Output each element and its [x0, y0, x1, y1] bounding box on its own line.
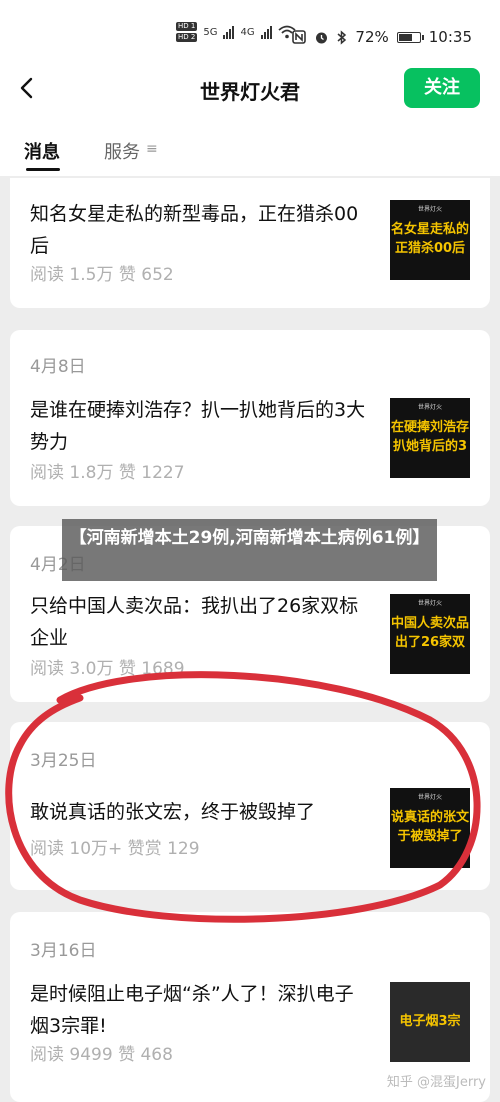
- thumb-brand: 世界灯火: [417, 794, 442, 801]
- net1-label: 5G: [203, 26, 218, 38]
- thumb-brand: 世界灯火: [417, 404, 442, 411]
- article-card[interactable]: 4月8日 是谁在硬捧刘浩存？扒一扒她背后的3大势力 阅读 1.8万 赞 1227…: [10, 330, 490, 506]
- hd2-badge: HD 2: [176, 33, 198, 42]
- article-title[interactable]: 是时候阻止电子烟“杀”人了！深扒电子烟3宗罪!: [30, 978, 368, 1042]
- article-thumbnail[interactable]: 世界灯火 说真话的张文 于被毁掉了: [390, 788, 470, 868]
- article-stats: 阅读 3.0万 赞 1689: [30, 659, 185, 679]
- thumb-caption: 名女星走私的 正猎杀00后: [390, 222, 469, 256]
- nav-bar: 世界灯火君 关注: [0, 62, 500, 118]
- thumb-caption: 中国人卖次品 出了26家双: [390, 616, 469, 650]
- article-thumbnail[interactable]: 世界灯火 名女星走私的 正猎杀00后: [390, 200, 470, 280]
- article-thumbnail[interactable]: 世界灯火 中国人卖次品 出了26家双: [390, 594, 470, 674]
- article-stats: 阅读 1.8万 赞 1227: [30, 463, 185, 483]
- bluetooth-icon: [337, 29, 347, 45]
- article-card[interactable]: 3月25日 敢说真话的张文宏，终于被毁掉了 阅读 10万+ 赞赏 129 世界灯…: [10, 722, 490, 890]
- status-right: 72% 10:35: [292, 28, 472, 46]
- battery-percent: 72%: [355, 28, 389, 46]
- follow-button[interactable]: 关注: [404, 68, 480, 108]
- thumb-brand: 世界灯火: [417, 206, 442, 213]
- alarm-icon: [316, 32, 328, 43]
- article-stats: 阅读 9499 赞 468: [30, 1045, 173, 1065]
- hd-badges: HD 1 HD 2: [176, 22, 198, 42]
- tab-messages[interactable]: 消息: [24, 138, 60, 164]
- signal-icon: [223, 25, 235, 39]
- article-thumbnail[interactable]: 世界灯火 在硬捧刘浩存 扒她背后的3: [390, 398, 470, 478]
- article-title[interactable]: 是谁在硬捧刘浩存？扒一扒她背后的3大势力: [30, 394, 368, 458]
- tab-bar: 消息 服务 ≡: [0, 118, 500, 176]
- article-stats: 阅读 10万+ 赞赏 129: [30, 839, 200, 859]
- thumb-caption: 在硬捧刘浩存 扒她背后的3: [390, 420, 469, 454]
- tab-services[interactable]: 服务: [104, 138, 140, 164]
- tab-active-indicator: [26, 168, 60, 171]
- net2-label: 4G: [240, 26, 255, 38]
- news-banner-overlay: 【河南新增本土29例,河南新增本土病例61例】: [62, 519, 437, 581]
- menu-icon[interactable]: ≡: [146, 141, 158, 157]
- thumb-brand: 世界灯火: [417, 600, 442, 607]
- signal-icon-2: [260, 25, 272, 39]
- article-title[interactable]: 敢说真话的张文宏，终于被毁掉了: [30, 796, 368, 828]
- article-thumbnail[interactable]: 电子烟3宗: [390, 982, 470, 1062]
- article-stats: 阅读 1.5万 赞 652: [30, 265, 174, 285]
- nfc-icon: [292, 30, 307, 44]
- battery-icon: [396, 31, 424, 43]
- article-date: 3月25日: [30, 751, 97, 771]
- article-title[interactable]: 只给中国人卖次品：我扒出了26家双标企业: [30, 590, 368, 654]
- clock: 10:35: [428, 28, 472, 46]
- watermark: 知乎 @混蛋Jerry: [386, 1075, 486, 1090]
- article-date: 3月16日: [30, 941, 97, 961]
- hd1-badge: HD 1: [176, 22, 198, 31]
- network-indicators: HD 1 HD 2 5G 4G: [176, 22, 296, 42]
- article-card[interactable]: 知名女星走私的新型毒品，正在猎杀00后 阅读 1.5万 赞 652 世界灯火 名…: [10, 178, 490, 308]
- article-title[interactable]: 知名女星走私的新型毒品，正在猎杀00后: [30, 198, 368, 262]
- article-date: 4月8日: [30, 357, 86, 377]
- thumb-caption: 说真话的张文 于被毁掉了: [390, 810, 469, 844]
- thumb-caption: 电子烟3宗: [399, 1014, 461, 1029]
